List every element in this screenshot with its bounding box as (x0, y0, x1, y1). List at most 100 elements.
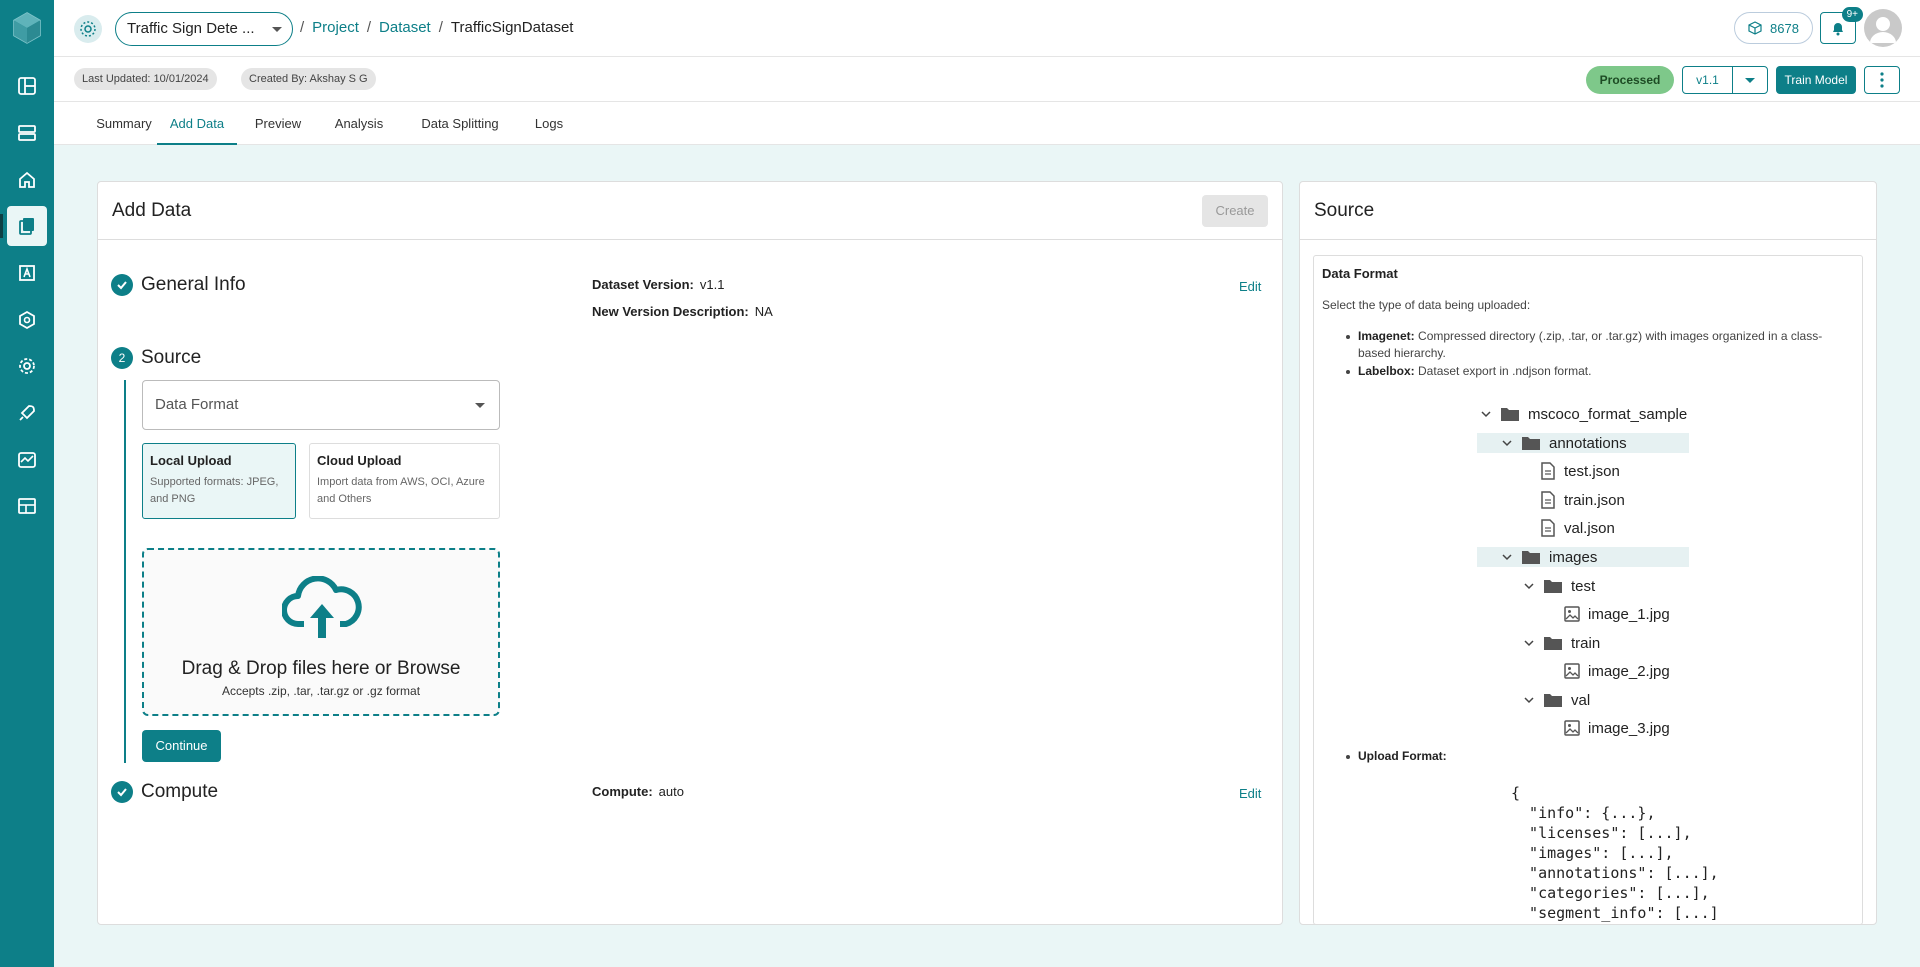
tab-summary[interactable]: Summary (89, 102, 159, 145)
tab-preview[interactable]: Preview (248, 102, 308, 145)
compute-title: Compute (141, 781, 219, 802)
sidebar (0, 0, 54, 967)
file-icon (1541, 519, 1555, 537)
tree-node-annotations[interactable]: annotations (1501, 433, 1627, 453)
cloud-upload-desc: Import data from AWS, OCI, Azure and Oth… (317, 476, 485, 505)
folder-icon (1522, 551, 1540, 564)
tree-label: image_1.jpg (1588, 605, 1670, 623)
chevron-down-icon (1524, 583, 1534, 590)
tree-node-image-3[interactable]: image_3.jpg (1564, 718, 1670, 738)
breadcrumb-separator: / (366, 19, 372, 36)
project-select[interactable]: Traffic Sign Dete ... (115, 12, 293, 46)
credits-button[interactable]: 8678 (1734, 12, 1813, 44)
avatar[interactable] (1864, 9, 1902, 47)
tree-node-root[interactable]: mscoco_format_sample (1480, 404, 1687, 424)
version-select[interactable]: v1.1 (1682, 66, 1768, 94)
tree-node-image-1[interactable]: image_1.jpg (1564, 604, 1670, 624)
file-drop-zone[interactable]: Drag & Drop files here or Browse Accepts… (142, 548, 500, 716)
version-description-field: New Version Description: NA (592, 304, 773, 319)
sidebar-item-datasets[interactable] (0, 206, 47, 246)
tree-node-test[interactable]: test (1523, 576, 1595, 596)
tab-bar: Summary Add Data Preview Analysis Data S… (54, 102, 1920, 145)
tree-label: test (1571, 577, 1596, 595)
tree-label: image_3.jpg (1588, 719, 1670, 737)
storage-icon (18, 125, 36, 141)
sidebar-item-settings[interactable] (7, 346, 47, 386)
chevron-down-icon (272, 27, 282, 32)
tab-data-splitting[interactable]: Data Splitting (410, 102, 510, 145)
gear-icon (19, 358, 35, 374)
cloud-upload-option[interactable]: Cloud Upload Import data from AWS, OCI, … (309, 443, 500, 519)
compute-edit-link[interactable]: Edit (1239, 786, 1261, 801)
local-upload-option[interactable]: Local Upload Supported formats: JPEG, an… (142, 443, 296, 519)
project-icon[interactable] (74, 15, 102, 43)
app-logo-icon[interactable] (13, 12, 41, 44)
monitoring-icon (18, 452, 36, 468)
breadcrumb-current: TrafficSignDataset (450, 19, 574, 36)
tab-analysis[interactable]: Analysis (327, 102, 391, 145)
notifications-button[interactable]: 9+ (1820, 7, 1863, 44)
source-step-title: Source (141, 347, 202, 368)
tab-add-data[interactable]: Add Data (157, 102, 237, 145)
breadcrumb-project[interactable]: Project (312, 19, 359, 36)
annotation-icon (19, 265, 35, 281)
created-by-chip: Created By: Akshay S G (241, 68, 376, 90)
sidebar-item-home[interactable] (7, 160, 47, 200)
sidebar-item-reports[interactable] (7, 486, 47, 526)
data-format-heading: Data Format (1322, 266, 1398, 281)
cloud-upload-title: Cloud Upload (317, 453, 402, 468)
rocket-icon (19, 405, 35, 421)
tab-logs[interactable]: Logs (524, 102, 574, 145)
version-description-label: New Version Description: (592, 304, 749, 319)
add-data-header: Add Data Create (98, 182, 1282, 240)
local-upload-title: Local Upload (150, 453, 232, 468)
create-button[interactable]: Create (1202, 194, 1268, 227)
tree-node-train-json[interactable]: train.json (1540, 490, 1625, 510)
tree-node-train[interactable]: train (1523, 633, 1600, 653)
version-dropdown-button[interactable] (1733, 67, 1767, 93)
labelbox-desc: Dataset export in .ndjson format. (1418, 364, 1592, 378)
sidebar-item-monitoring[interactable] (7, 440, 47, 480)
source-panel-header: Source (1300, 182, 1876, 240)
breadcrumb-separator: / (438, 19, 443, 36)
user-icon (1870, 17, 1896, 43)
tree-node-test-json[interactable]: test.json (1540, 461, 1620, 481)
data-format-placeholder: Data Format (155, 396, 239, 413)
train-model-button[interactable]: Train Model (1776, 66, 1856, 94)
tree-node-image-2[interactable]: image_2.jpg (1564, 661, 1670, 681)
sidebar-item-models[interactable] (7, 300, 47, 340)
drop-zone-title: Drag & Drop files here or Browse (181, 658, 461, 679)
chevron-down-icon (1524, 640, 1534, 647)
sidebar-item-annotation[interactable] (7, 253, 47, 293)
file-icon (1541, 462, 1555, 480)
credits-count: 8678 (1770, 20, 1799, 36)
tree-node-val[interactable]: val (1523, 690, 1590, 710)
sidebar-item-deploy[interactable] (7, 393, 47, 433)
compute-check-icon (111, 781, 133, 803)
labelbox-bullet: Labelbox: Dataset export in .ndjson form… (1346, 363, 1838, 380)
version-value: v1.1 (1683, 67, 1733, 93)
add-data-title: Add Data (112, 199, 192, 221)
tree-label: test.json (1564, 462, 1620, 480)
data-format-select[interactable]: Data Format (142, 380, 500, 430)
tree-node-images[interactable]: images (1501, 547, 1597, 567)
breadcrumb-dataset[interactable]: Dataset (379, 19, 431, 36)
sidebar-item-storage[interactable] (7, 113, 47, 153)
dataset-info-bar: Last Updated: 10/01/2024 Created By: Aks… (54, 57, 1920, 102)
imagenet-desc: Compressed directory (.zip, .tar, or .ta… (1358, 329, 1823, 360)
reports-icon (18, 498, 36, 514)
more-options-button[interactable] (1864, 66, 1900, 94)
general-info-edit-link[interactable]: Edit (1239, 279, 1261, 294)
continue-button[interactable]: Continue (142, 730, 221, 762)
sidebar-item-dashboard[interactable] (7, 66, 47, 106)
tree-label: annotations (1549, 434, 1627, 452)
tree-node-val-json[interactable]: val.json (1540, 518, 1615, 538)
tree-label: train (1571, 634, 1601, 652)
chevron-down-icon (1502, 440, 1512, 447)
source-step-number: 2 (111, 347, 133, 369)
imagenet-label: Imagenet: (1358, 329, 1415, 343)
chevron-down-icon (1481, 411, 1491, 418)
cloud-upload-icon (282, 576, 362, 638)
drop-zone-hint: Accepts .zip, .tar, .tar.gz or .gz forma… (221, 684, 421, 698)
dataset-version-field: Dataset Version: v1.1 (592, 277, 724, 292)
